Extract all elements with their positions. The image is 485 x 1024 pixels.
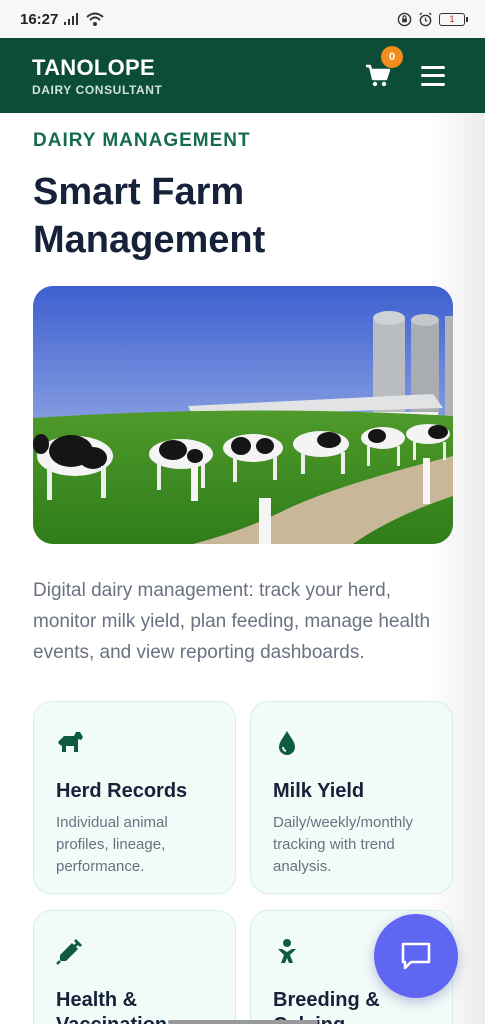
wifi-icon	[86, 12, 105, 26]
signal-icon	[64, 13, 79, 25]
card-text: Individual animal profiles, lineage, per…	[56, 814, 168, 875]
menu-line	[421, 74, 445, 77]
battery-icon: 1	[439, 12, 468, 26]
brand[interactable]: TANOLOPE DAIRY CONSULTANT	[32, 55, 163, 97]
feature-card-milk-yield[interactable]: Milk Yield Daily/weekly/monthly tracking…	[250, 701, 453, 894]
baby-icon	[278, 939, 296, 963]
droplet-icon	[279, 731, 295, 755]
card-text: Daily/weekly/monthly tracking with trend…	[273, 814, 414, 875]
app-header: TANOLOPE DAIRY CONSULTANT 0	[0, 38, 485, 113]
horse-icon	[58, 732, 83, 752]
main-content: DAIRY MANAGEMENT Smart Farm Management D…	[0, 113, 485, 1024]
brand-subtitle: DAIRY CONSULTANT	[32, 82, 163, 97]
feature-card-herd-records[interactable]: Herd Records Individual animal profiles,…	[33, 701, 236, 894]
battery-level: 1	[449, 14, 455, 24]
farm-illustration	[33, 286, 453, 544]
header-actions: 0	[365, 45, 445, 88]
card-title: Health & Vaccination	[56, 989, 167, 1024]
chat-button[interactable]	[374, 914, 458, 998]
page-title: Smart Farm Management	[33, 171, 266, 261]
cart-badge: 0	[381, 45, 403, 68]
status-right: 1	[397, 11, 468, 27]
menu-button[interactable]	[421, 65, 445, 86]
alarm-icon	[419, 11, 432, 26]
syringe-icon	[56, 939, 82, 965]
menu-line	[421, 65, 445, 69]
section-eyebrow: DAIRY MANAGEMENT	[33, 130, 251, 151]
status-bar: 16:27 1	[0, 0, 485, 38]
card-title: Milk Yield	[273, 780, 365, 802]
menu-line	[421, 82, 445, 86]
hero-image	[33, 286, 453, 544]
card-title: Herd Records	[56, 780, 188, 802]
description: Digital dairy management: track your her…	[33, 580, 431, 663]
lock-rotation-icon	[397, 12, 412, 26]
status-left: 16:27	[20, 10, 105, 28]
brand-title: TANOLOPE	[32, 54, 155, 80]
feature-card-health-vaccination[interactable]: Health & Vaccination	[33, 910, 236, 1024]
chat-icon	[401, 942, 431, 970]
home-indicator[interactable]	[168, 1020, 318, 1024]
status-time: 16:27	[20, 10, 59, 28]
cart-button[interactable]: 0	[365, 45, 403, 88]
